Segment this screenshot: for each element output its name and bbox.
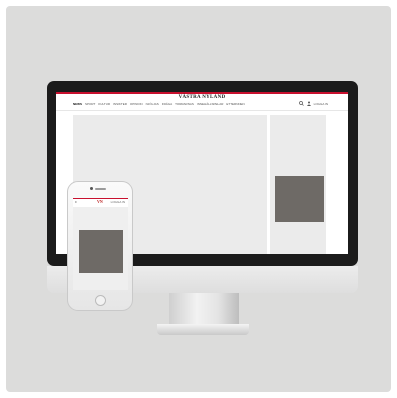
camera-icon xyxy=(90,187,93,190)
mobile-ad[interactable] xyxy=(79,230,123,273)
accent-line xyxy=(56,92,348,94)
nav-item[interactable]: NJÖLJAS xyxy=(146,102,159,106)
nav-item[interactable]: INSIKTER xyxy=(113,102,127,106)
sidebar-ad[interactable] xyxy=(275,176,324,222)
login-link[interactable]: LOGGA IN xyxy=(314,102,328,107)
nav-item[interactable]: TORRARNAS xyxy=(175,102,194,106)
site-masthead[interactable]: VÄSTRA NYLAND xyxy=(56,95,348,100)
nav-item[interactable]: SPORT xyxy=(85,102,95,106)
nav-item[interactable]: NEWS xyxy=(73,102,82,106)
user-icon[interactable] xyxy=(306,101,311,108)
nav-item[interactable]: KULTUR xyxy=(98,102,110,106)
menu-icon[interactable]: ≡ xyxy=(75,200,77,204)
nav-item[interactable]: OPINION xyxy=(130,102,143,106)
nav-item[interactable]: INNEHÅLLSPELAR xyxy=(197,102,224,106)
header-tools: LOGGA IN xyxy=(298,101,328,108)
home-button[interactable] xyxy=(95,295,106,306)
main-nav: NEWS SPORT KULTUR INSIKTER OPINION NJÖLJ… xyxy=(73,102,245,106)
monitor-stand-neck xyxy=(169,293,239,326)
mobile-logo[interactable]: VN xyxy=(97,199,103,204)
speaker-grille xyxy=(95,188,106,190)
nav-item[interactable]: ETTERNNEN xyxy=(226,102,244,106)
monitor-stand-base xyxy=(157,324,249,335)
sidebar-placeholder xyxy=(270,115,326,254)
mobile-login-link[interactable]: LOGGA IN xyxy=(111,200,125,204)
search-icon[interactable] xyxy=(298,101,304,108)
header-divider xyxy=(56,110,348,111)
mobile-screen: ≡ VN LOGGA IN xyxy=(73,198,128,290)
nav-item[interactable]: FRÄGA xyxy=(162,102,172,106)
mobile-phone: ≡ VN LOGGA IN xyxy=(67,181,133,311)
